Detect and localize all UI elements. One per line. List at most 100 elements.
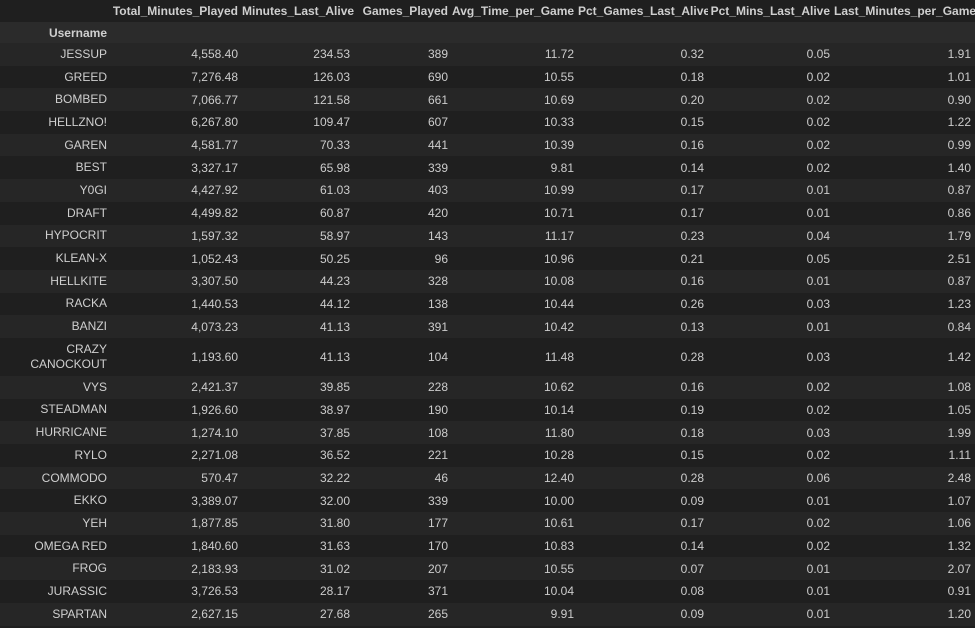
table-cell: 10.69 [543,92,574,107]
table-cell: 1.32 [947,539,971,554]
table-cell: 11.80 [544,425,574,440]
table-row: HELLZNO! 6,267.80 109.47 607 10.33 0.15 0.02 1.… [0,111,975,134]
table-cell: 0.01 [806,206,830,221]
column-header-row: Total_Minutes_Played Minutes_Last_Alive … [0,0,975,22]
table-cell: 0.14 [680,160,704,175]
table-cell: 0.16 [680,274,704,289]
table-cell: 0.02 [806,448,830,463]
table-cell: 1.22 [947,115,971,130]
table-cell: 0.03 [806,349,830,364]
row-label-username: GAREN [64,137,107,152]
table-cell: 265 [427,607,448,622]
table-cell: 0.09 [680,607,704,622]
table-cell: 38.97 [319,402,350,417]
table-cell: 10.61 [543,516,574,531]
table-cell: 1.06 [947,516,971,531]
table-cell: 4,427.92 [191,183,238,198]
row-label-username: JESSUP [60,46,107,61]
table-row: RACKA 1,440.53 44.12 138 10.44 0.26 0.03 1.23 [0,292,975,316]
table-cell: 570.47 [201,471,238,486]
table-cell: 0.20 [680,92,704,107]
table-cell: 339 [427,493,448,508]
table-cell: 46 [434,471,448,486]
table-cell: 0.19 [680,402,704,417]
table-cell: 10.39 [543,138,574,153]
table-cell: 3,726.53 [191,584,238,599]
table-row: KLEAN-X 1,052.43 50.25 96 10.96 0.21 0.05 2.51 [0,247,975,270]
row-label-username: KLEAN-X [55,251,107,266]
row-label-username: HYPOCRIT [44,228,107,243]
table-cell: 2,421.37 [191,380,238,395]
table-cell: 607 [427,115,448,130]
row-label-username: JURASSIC [47,583,107,598]
table-cell: 1,440.53 [191,296,238,311]
row-label-username: HELLZNO! [48,114,107,129]
table-cell: 0.01 [806,274,830,289]
table-cell: 0.03 [806,296,830,311]
table-cell: 0.01 [806,319,830,334]
row-label-username: HELLKITE [50,273,107,288]
table-cell: 0.17 [680,183,704,198]
row-label-username: DRAFT [67,205,107,220]
table-cell: 371 [427,584,448,599]
table-cell: 10.14 [543,402,574,417]
table-cell: 1.79 [947,228,971,243]
table-cell: 10.42 [543,319,574,334]
table-cell: 0.02 [806,160,830,175]
table-cell: 1,877.85 [191,516,238,531]
table-cell: 0.05 [806,251,830,266]
row-label-username: BOMBED [54,92,107,107]
table-cell: 6,267.80 [191,115,238,130]
table-cell: 221 [427,448,448,463]
table-cell: 403 [427,183,448,198]
table-row: FROG 2,183.93 31.02 207 10.55 0.07 0.01 2.07 [0,557,975,581]
index-name-row: Username [0,22,975,43]
table-cell: 0.84 [947,319,971,334]
column-header: Pct_Mins_Last_Alive [708,0,834,22]
table-cell: 0.02 [806,402,830,417]
table-row: VYS 2,421.37 39.85 228 10.62 0.16 0.02 1.08 [0,375,975,399]
table-cell: 12.40 [543,471,574,486]
table-cell: 1.05 [947,402,971,417]
table-cell: 61.03 [319,183,350,198]
table-cell: 4,499.82 [191,206,238,221]
table-cell: 0.17 [680,206,704,221]
table-cell: 31.02 [319,561,350,576]
table-cell: 0.07 [680,561,704,576]
table-cell: 0.02 [806,70,830,85]
table-cell: 0.14 [680,539,704,554]
table-cell: 0.01 [806,183,830,198]
table-cell: 10.71 [543,206,574,221]
table-cell: 2,627.15 [191,607,238,622]
table-cell: 339 [427,160,448,175]
table-row: CRAZY CANOCKOUT 1,193.60 41.13 104 11.48 0.28… [0,337,975,376]
table-cell: 0.87 [947,183,971,198]
row-label-username: RYLO [74,447,107,462]
table-cell: 10.55 [543,561,574,576]
table-cell: 1,274.10 [191,425,238,440]
row-label-username: GREED [64,69,107,84]
table-row: Y0GI 4,427.92 61.03 403 10.99 0.17 0.01 0.87 [0,179,975,202]
table-cell: 0.13 [680,319,704,334]
column-header: Avg_Time_per_Game [452,0,578,22]
table-cell: 0.15 [680,448,704,463]
table-cell: 2.51 [947,251,971,266]
table-cell: 1.07 [947,493,971,508]
table-cell: 441 [427,138,448,153]
row-label-username: OMEGA RED [34,538,107,553]
table-cell: 108 [427,425,448,440]
row-label-username: Y0GI [79,182,107,197]
table-row: GREED 7,276.48 126.03 690 10.55 0.18 0.02 1.01 [0,65,975,89]
table-cell: 44.23 [319,274,350,289]
table-cell: 143 [427,228,448,243]
table-cell: 0.16 [680,380,704,395]
table-cell: 7,066.77 [191,92,238,107]
table-cell: 65.98 [319,160,350,175]
row-label-username: RACKA [65,296,107,311]
table-cell: 1.20 [947,607,971,622]
table-cell: 3,307.50 [191,274,238,289]
table-cell: 1,193.60 [191,349,238,364]
table-cell: 1.01 [947,70,971,85]
table-cell: 28.17 [319,584,350,599]
table-cell: 27.68 [319,607,350,622]
